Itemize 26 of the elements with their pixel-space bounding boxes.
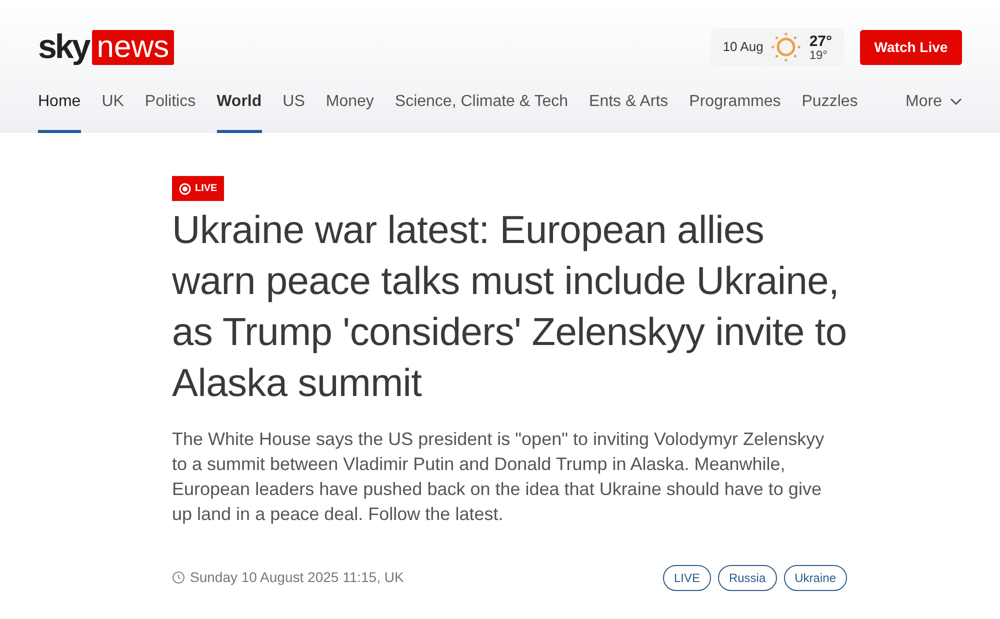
watch-live-button[interactable]: Watch Live [860,30,962,64]
nav-tab[interactable]: Politics [144,86,196,133]
nav-tab[interactable]: Ents & Arts [589,86,668,133]
more-menu-button[interactable]: More [906,90,962,133]
nav-tab[interactable]: Programmes [689,86,781,133]
nav-tab[interactable]: US [282,86,305,133]
sun-icon [771,32,802,62]
tag-link[interactable]: Ukraine [784,564,847,590]
high-temperature: 27° [809,34,832,48]
timestamp: Sunday 10 August 2025 11:15, UK [190,568,404,587]
standfirst: The White House says the US president is "open" to inviting Volodymyr Zelenskyy to a summit between Vladimir Putin and Donald Trump in Alaska. Meanwhile, European leaders have pushed back on the idea that Ukraine should have to give up land in a peace deal. Follow the latest. [172,428,826,526]
date: 10 Aug [722,38,764,56]
nav-tab[interactable]: Home [38,86,81,133]
live-badge: LIVE [172,176,224,201]
nav-tab[interactable]: UK [102,86,124,133]
nav-tab[interactable]: World [216,86,262,133]
tag-link[interactable]: Russia [718,564,777,590]
record-icon [179,182,191,194]
low-temperature: 19° [809,48,828,60]
headline: Ukraine war latest: European allies warn peace talks must include Ukraine, as Trump 'considers' Zelenskyy invite to Alaska summit [172,208,848,406]
chevron-down-icon [950,98,962,106]
nav-tab[interactable]: Science, Climate & Tech [394,86,568,133]
clock-icon [172,571,185,584]
nav-tab[interactable]: Puzzles [802,86,858,133]
tag-link[interactable]: LIVE [662,564,711,590]
nav-tab[interactable]: Money [326,86,374,133]
